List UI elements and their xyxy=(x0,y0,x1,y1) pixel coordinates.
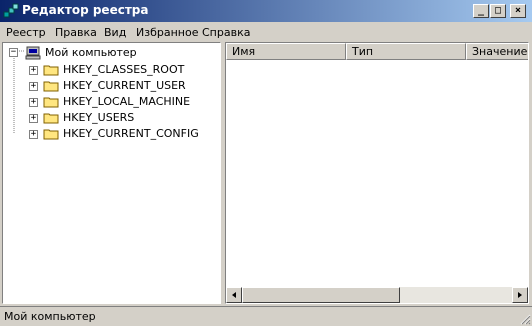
resize-grip-icon[interactable] xyxy=(519,313,531,325)
menu-registry[interactable]: Реестр xyxy=(6,26,46,39)
tree-node-my-computer[interactable]: − Мой компьютер xyxy=(5,45,205,61)
column-header-value[interactable]: Значение xyxy=(466,43,528,60)
minimize-button[interactable]: _ xyxy=(473,4,489,18)
tree-node-hkey-current-user[interactable]: + HKEY_CURRENT_USER xyxy=(25,78,215,94)
tree-node-label: HKEY_CLASSES_ROOT xyxy=(63,63,185,76)
registry-editor-window: Редактор реестра _ □ × Реестр Правка Вид… xyxy=(0,0,532,326)
status-text: Мой компьютер xyxy=(4,310,96,323)
tree-node-label: HKEY_USERS xyxy=(63,111,135,124)
expand-icon[interactable]: + xyxy=(29,130,38,139)
expand-icon[interactable]: + xyxy=(29,114,38,123)
scrollbar-thumb[interactable] xyxy=(242,287,400,303)
collapse-icon[interactable]: − xyxy=(9,48,18,57)
tree-node-hkey-users[interactable]: + HKEY_USERS xyxy=(25,110,215,126)
column-header-type[interactable]: Тип xyxy=(346,43,466,60)
expand-icon[interactable]: + xyxy=(29,82,38,91)
tree-node-label: HKEY_CURRENT_CONFIG xyxy=(63,127,199,140)
folder-icon xyxy=(43,65,59,76)
values-list[interactable]: Имя Тип Значение xyxy=(225,42,529,304)
close-button[interactable]: × xyxy=(510,4,526,18)
menu-bar: Реестр Правка Вид Избранное Справка xyxy=(0,23,532,42)
folder-icon xyxy=(43,97,59,108)
menu-view[interactable]: Вид xyxy=(104,26,126,39)
folder-icon xyxy=(43,81,59,92)
folder-icon xyxy=(43,113,59,124)
tree-node-label: HKEY_LOCAL_MACHINE xyxy=(63,95,191,108)
expand-icon[interactable]: + xyxy=(29,98,38,107)
tree-node-hkey-local-machine[interactable]: + HKEY_LOCAL_MACHINE xyxy=(25,94,215,110)
maximize-button[interactable]: □ xyxy=(490,4,506,18)
folder-icon xyxy=(43,129,59,140)
menu-help[interactable]: Справка xyxy=(202,26,250,39)
menu-favorites[interactable]: Избранное xyxy=(136,26,198,39)
scroll-left-button[interactable] xyxy=(226,287,242,303)
arrow-right-icon xyxy=(518,292,522,298)
title-bar[interactable]: Редактор реестра _ □ × xyxy=(0,0,532,22)
tree-node-label: HKEY_CURRENT_USER xyxy=(63,79,186,92)
registry-editor-icon xyxy=(3,3,19,18)
status-bar: Мой компьютер xyxy=(0,306,532,326)
expand-icon[interactable]: + xyxy=(29,66,38,75)
computer-icon xyxy=(25,46,41,60)
column-header-name[interactable]: Имя xyxy=(226,43,346,60)
arrow-left-icon xyxy=(232,292,236,298)
menu-edit[interactable]: Правка xyxy=(55,26,97,39)
registry-tree[interactable]: − Мой компьютер + HKEY_CLASSES_ROOT + HK… xyxy=(2,42,221,304)
tree-node-label: Мой компьютер xyxy=(45,46,137,59)
scroll-right-button[interactable] xyxy=(512,287,528,303)
tree-node-hkey-current-config[interactable]: + HKEY_CURRENT_CONFIG xyxy=(25,126,215,142)
horizontal-scrollbar[interactable] xyxy=(226,287,528,303)
window-title: Редактор реестра xyxy=(22,3,149,17)
tree-node-hkey-classes-root[interactable]: + HKEY_CLASSES_ROOT xyxy=(25,62,215,78)
